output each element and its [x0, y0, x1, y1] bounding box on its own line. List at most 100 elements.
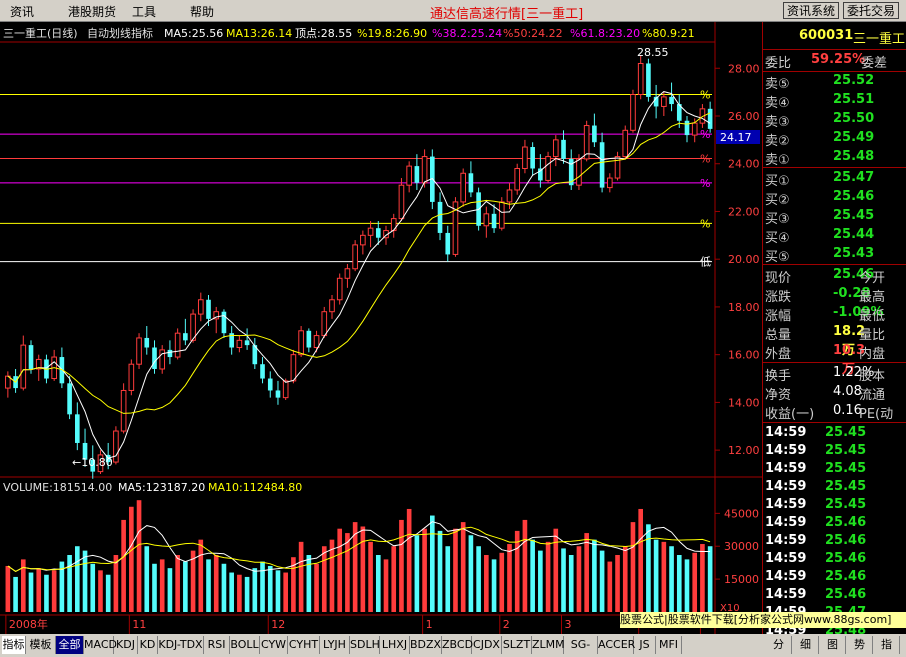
volume-bar: [653, 539, 659, 612]
ma13-line: [7, 112, 711, 414]
volume-bar: [67, 555, 72, 612]
candle-body: [445, 232, 451, 255]
sell-row: 卖① 25.48: [763, 149, 905, 168]
stat-row-label: 外盘: [765, 347, 792, 362]
right-tab[interactable]: 细: [793, 636, 819, 654]
right-tab[interactable]: 指: [874, 636, 900, 654]
volume-bar: [553, 528, 559, 612]
stat-row: 总量 18.2万 量比: [763, 324, 905, 358]
tab-kdj[interactable]: KDJ: [114, 636, 138, 654]
menu-item-tools[interactable]: 工具: [132, 3, 156, 20]
volume-bar: [375, 555, 381, 612]
tick-price: 25.45: [825, 461, 867, 476]
candle-body: [661, 96, 667, 107]
volume-bar: [82, 550, 88, 612]
volume-bar: [607, 561, 613, 612]
menu-item-hk-futures[interactable]: 港股期货: [68, 3, 116, 20]
tick-time: 14:59: [765, 569, 807, 584]
tab-mfi[interactable]: MFI: [656, 636, 682, 654]
candle-body: [498, 201, 505, 229]
volume-bar: [298, 541, 304, 612]
tab-cjdx[interactable]: CJDX: [472, 636, 502, 654]
chart-fib-61-8: %61.8:23.20: [570, 27, 640, 40]
buy-row: 买⑤ 25.43: [763, 246, 905, 265]
divider: [763, 362, 906, 363]
fib-mark: %: [700, 152, 710, 165]
trade-button[interactable]: 委托交易: [843, 2, 900, 19]
divider: [763, 264, 906, 265]
ad-banner[interactable]: 股票公式|股票软件下载[分析家公式网www.88gs.com]: [620, 612, 906, 628]
candle-body: [506, 189, 513, 203]
volume-bar: [638, 508, 643, 612]
tab-zbcd[interactable]: ZBCD: [442, 636, 473, 654]
candle-body: [414, 166, 420, 183]
date-label: 12: [271, 618, 285, 631]
buy-row-value: 25.47: [833, 170, 875, 185]
volume-bar: [129, 506, 134, 612]
tab-模板[interactable]: 模板: [26, 636, 56, 654]
tab-sdlh[interactable]: SDLH: [350, 636, 380, 654]
stat-row-label2: PE(动: [859, 407, 894, 422]
stat-row-label: 换手: [765, 369, 792, 384]
volume-bar: [414, 535, 420, 612]
volume-tick-label: 45000: [724, 507, 759, 520]
right-tab[interactable]: 势: [847, 636, 873, 654]
tab-rsi[interactable]: RSI: [204, 636, 230, 654]
tab-bdzx[interactable]: BDZX: [410, 636, 442, 654]
volume-bar: [260, 561, 265, 612]
buy-row-value: 25.43: [833, 246, 875, 261]
candle-body: [183, 333, 188, 341]
tick-price: 25.46: [825, 551, 867, 566]
tab-cyht[interactable]: CYHT: [288, 636, 320, 654]
candles: [5, 55, 713, 479]
volume-bar: [615, 555, 620, 612]
kline-chart[interactable]: %%%%% 低 28.00 26.00 24.00 22.00 20.00 18.00 16.…: [0, 22, 762, 634]
volume-bar: [476, 546, 481, 612]
tick-row: 14:59 25.46: [763, 551, 905, 569]
fib-mark: %: [700, 217, 710, 230]
stat-row-label: 收益(一): [765, 407, 815, 422]
volume-bar: [221, 563, 227, 612]
right-tab[interactable]: 分: [766, 636, 792, 654]
tab-boll[interactable]: BOLL: [230, 636, 260, 654]
tab-lyjh[interactable]: LYJH: [320, 636, 350, 654]
tab-lhxj[interactable]: LHXJ: [380, 636, 410, 654]
tab-cyw[interactable]: CYW: [260, 636, 288, 654]
tick-time: 14:59: [765, 425, 807, 440]
tick-price: 25.45: [825, 479, 867, 494]
tick-price: 25.46: [825, 587, 867, 602]
stat-row-label: 涨跌: [765, 290, 792, 305]
volume-bar: [321, 546, 327, 612]
tab-zlmm[interactable]: ZLMM: [532, 636, 565, 654]
tab-kdj-tdx[interactable]: KDJ-TDX: [158, 636, 204, 654]
candle-body: [236, 339, 243, 349]
volume-bar: [445, 546, 451, 612]
sell-row-value: 25.51: [833, 92, 875, 107]
candle-body: [630, 94, 636, 131]
candle-body: [152, 347, 157, 369]
volume-bar: [345, 533, 350, 612]
volume-bar: [167, 568, 173, 612]
menu-item-help[interactable]: 帮助: [190, 3, 214, 20]
tab-slzt[interactable]: SLZT: [502, 636, 532, 654]
volume-bar: [507, 544, 512, 612]
tab-macd[interactable]: MACD: [84, 636, 117, 654]
tab-全部[interactable]: 全部: [56, 636, 84, 654]
app-window: 资讯 港股期货 工具 帮助 通达信高速行情[三一重工] 资讯系统 委托交易 %%…: [0, 0, 906, 657]
tab-js[interactable]: JS: [634, 636, 656, 654]
candle-body: [206, 299, 211, 319]
candle-body: [329, 299, 335, 313]
menu-item-info[interactable]: 资讯: [10, 3, 34, 20]
tab-accer[interactable]: ACCER: [598, 636, 635, 654]
volume-bar: [484, 555, 489, 612]
tab-kd[interactable]: KD: [138, 636, 158, 654]
tab-sg-lb[interactable]: SG-LB: [564, 636, 598, 657]
info-system-button[interactable]: 资讯系统: [783, 2, 840, 19]
volume-bar: [213, 555, 219, 612]
tab-指标[interactable]: 指标: [2, 636, 26, 654]
candle-body: [144, 337, 150, 348]
chart-fib-38-2: %38.2:25.24: [432, 27, 502, 40]
window-title: 通达信高速行情[三一重工]: [430, 7, 584, 22]
fib-mark: %: [700, 177, 710, 190]
right-tab[interactable]: 图: [820, 636, 846, 654]
